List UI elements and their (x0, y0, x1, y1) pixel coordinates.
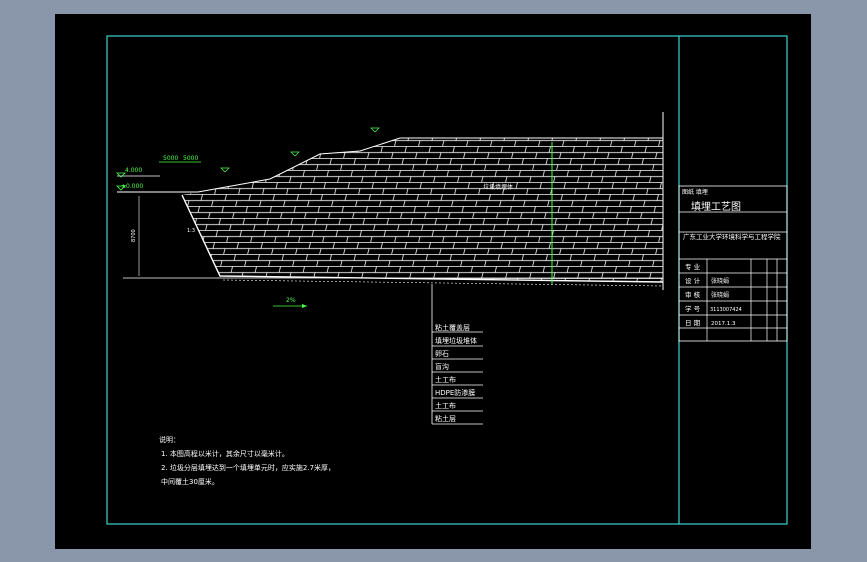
dim-slope-ratio: 1:3 (187, 228, 195, 234)
layer-legend: 粘土覆盖层 填埋垃圾堆体 卵石 盲沟 土工布 HDPE防渗膜 土工布 粘土层 (431, 284, 483, 425)
title-block: 图纸 填埋 填埋工艺图 广东工业大学环境科学与工程学院 专 业 设 计 张晓娟 … (678, 185, 788, 342)
row-value-design: 张晓娟 (711, 277, 729, 285)
drawing-name: 填埋工艺图 (691, 200, 741, 213)
layer-3: 盲沟 (435, 362, 449, 371)
layer-2: 卵石 (435, 349, 449, 358)
notes-heading: 说明： (159, 435, 180, 444)
notes: 说明： 1. 本图高程以米计，其余尺寸以毫米计。 2. 垃圾分层填埋达到一个填埋… (159, 435, 335, 486)
cad-viewport[interactable]: 图纸 填埋 填埋工艺图 广东工业大学环境科学与工程学院 专 业 设 计 张晓娟 … (55, 14, 811, 549)
row-label-review: 审 核 (685, 290, 701, 299)
drawing-number: 图纸 填埋 (682, 188, 708, 196)
note-1: 1. 本图高程以米计，其余尺寸以毫米计。 (161, 449, 289, 458)
row-value-student-id: 3113007424 (710, 307, 742, 313)
row-value-date: 2017.1.3 (711, 321, 736, 327)
layer-4: 土工布 (435, 375, 456, 384)
elevation-upper: 4.000 (125, 167, 142, 174)
drawing-canvas: 图纸 填埋 填埋工艺图 广东工业大学环境科学与工程学院 专 业 设 计 张晓娟 … (106, 35, 788, 525)
row-value-review: 张晓娟 (711, 291, 729, 299)
institution: 广东工业大学环境科学与工程学院 (683, 232, 781, 241)
layer-0: 粘土覆盖层 (435, 323, 470, 332)
row-label-design: 设 计 (685, 276, 701, 285)
layer-1: 填埋垃圾堆体 (435, 336, 477, 345)
row-label-date: 日 期 (685, 319, 701, 327)
row-label-major: 专 业 (685, 262, 701, 271)
dim-vertical: 8700 (131, 229, 137, 242)
layer-7: 粘土层 (435, 414, 456, 423)
layer-5: HDPE防渗膜 (435, 388, 475, 397)
layer-6: 土工布 (435, 401, 456, 410)
dim-width-2: 5000 (183, 155, 198, 162)
dim-width-1: 5000 (163, 155, 178, 162)
row-label-student-id: 学 号 (685, 304, 701, 313)
landfill-section: 8700 1:3 4.000 ±0.000 5000 5000 垃圾填埋体 2% (116, 112, 664, 308)
elevation-zero: ±0.000 (121, 183, 143, 190)
note-2: 2. 垃圾分层填埋达到一个填埋单元时，应实施2.7米厚， (161, 463, 335, 472)
note-3: 中间覆土30厘米。 (161, 477, 219, 486)
fill-body-label: 垃圾填埋体 (483, 183, 513, 191)
slope-label: 2% (286, 297, 296, 304)
